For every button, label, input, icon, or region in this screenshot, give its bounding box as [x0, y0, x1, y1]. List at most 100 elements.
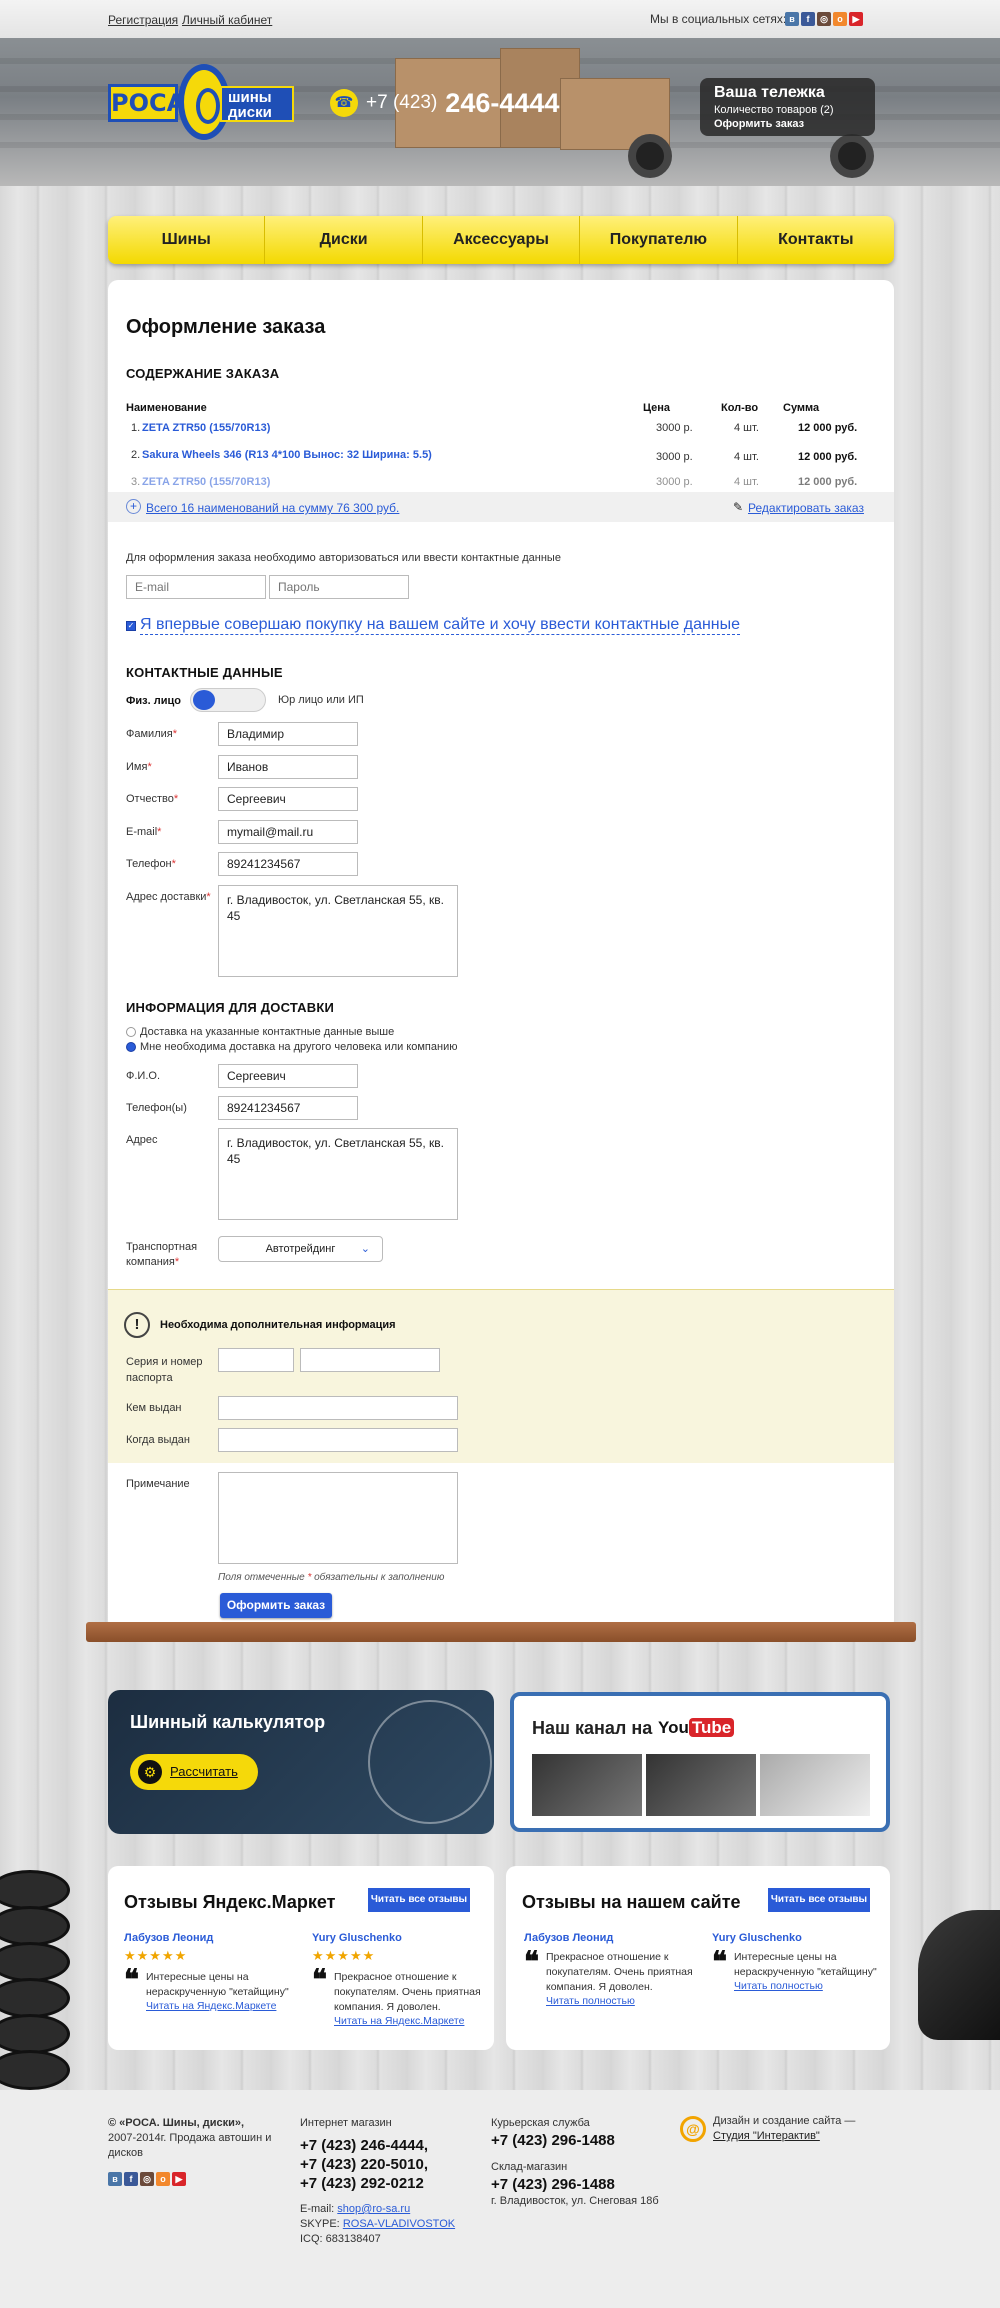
delivery-address-textarea[interactable]: г. Владивосток, ул. Светланская 55, кв. …	[218, 885, 458, 977]
review-author[interactable]: Yury Gluschenko	[312, 1932, 402, 1944]
logo[interactable]: РОСА шины диски	[108, 62, 294, 142]
email-link[interactable]: shop@ro-sa.ru	[337, 2203, 410, 2215]
logo-words: шины диски	[220, 86, 294, 122]
nav-item-buyer[interactable]: Покупателю	[580, 216, 738, 264]
vk-icon[interactable]: в	[108, 2172, 122, 2186]
calculate-button[interactable]: ⚙ Рассчитать	[130, 1754, 258, 1790]
facebook-icon[interactable]: f	[124, 2172, 138, 2186]
delivery-address-label: Адрес	[126, 1134, 158, 1146]
issued-by-input[interactable]	[218, 1396, 458, 1420]
col-price: Цена	[643, 402, 671, 414]
col-sum: Сумма	[783, 402, 820, 414]
radio-icon[interactable]	[126, 1027, 136, 1037]
top-bar: Регистрация Личный кабинет Мы в социальн…	[0, 0, 1000, 38]
logo-roca: РОСА	[108, 84, 185, 122]
col-name: Наименование	[126, 402, 207, 414]
delivery-option-same[interactable]: Доставка на указанные контактные данные …	[126, 1026, 394, 1038]
individual-label[interactable]: Физ. лицо	[126, 695, 181, 707]
review-link[interactable]: Читать полностью	[734, 1980, 823, 1992]
issued-when-input[interactable]	[218, 1428, 458, 1452]
phone-input[interactable]	[218, 852, 358, 876]
delivery-option-other[interactable]: Мне необходима доставка на другого челов…	[126, 1041, 457, 1053]
product-link[interactable]: ZETA ZTR50 (155/70R13)	[142, 422, 270, 434]
review-author[interactable]: Лабузов Леонид	[124, 1932, 213, 1944]
video-thumbnail[interactable]	[532, 1754, 642, 1816]
review-link[interactable]: Читать на Яндекс.Маркете	[146, 2000, 276, 2012]
cart-checkout-link[interactable]: Оформить заказ	[714, 118, 861, 130]
delivery-address2-textarea[interactable]: г. Владивосток, ул. Светланская 55, кв. …	[218, 1128, 458, 1220]
plus-icon[interactable]: +	[126, 499, 141, 514]
cart-widget[interactable]: Ваша тележка Количество товаров (2) Офор…	[700, 78, 875, 136]
site-reviews-title: Отзывы на нашем сайте	[522, 1892, 741, 1912]
legal-label[interactable]: Юр лицо или ИП	[278, 694, 364, 706]
skype-link[interactable]: ROSA-VLADIVOSTOK	[343, 2218, 455, 2230]
register-link[interactable]: Регистрация	[108, 13, 178, 27]
radio-selected-icon[interactable]	[126, 1042, 136, 1052]
row-sum: 12 000 руб.	[798, 451, 858, 463]
nav-item-tires[interactable]: Шины	[108, 216, 266, 264]
footer-social-icons: в f ◎ о ▶	[108, 2172, 186, 2186]
toggle-knob	[193, 690, 215, 710]
nav-item-wheels[interactable]: Диски	[265, 216, 423, 264]
warehouse-label: Склад-магазин	[491, 2161, 568, 2173]
odnoklassniki-icon[interactable]: о	[833, 12, 847, 26]
yandex-reviews-title: Отзывы Яндекс.Маркет	[124, 1892, 336, 1912]
checkbox-checked-icon[interactable]: ✓	[126, 620, 136, 631]
yandex-read-all-button[interactable]: Читать все отзывы	[368, 1888, 470, 1912]
order-total-link[interactable]: Всего 16 наименований на сумму 76 300 ру…	[146, 501, 399, 515]
review-author[interactable]: Yury Gluschenko	[712, 1932, 802, 1944]
passport-series-input[interactable]	[218, 1348, 294, 1372]
nav-item-accessories[interactable]: Аксессуары	[423, 216, 581, 264]
nav-item-contacts[interactable]: Контакты	[738, 216, 894, 264]
instagram-icon[interactable]: ◎	[817, 12, 831, 26]
product-link[interactable]: Sakura Wheels 346 (R13 4*100 Вынос: 32 Ш…	[142, 449, 432, 461]
patronymic-input[interactable]	[218, 787, 358, 811]
comment-textarea[interactable]	[218, 1472, 458, 1564]
fio-input[interactable]	[218, 1064, 358, 1088]
edit-order-link[interactable]: Редактировать заказ	[748, 501, 864, 515]
facebook-icon[interactable]: f	[801, 12, 815, 26]
review-author[interactable]: Лабузов Леонид	[524, 1932, 613, 1944]
transport-company-select[interactable]: Автотрейдинг ⌄	[218, 1236, 383, 1262]
footer-skype: SKYPE: ROSA-VLADIVOSTOK	[300, 2218, 456, 2230]
passport-number-input[interactable]	[300, 1348, 440, 1372]
product-link[interactable]: ZETA ZTR50 (155/70R13)	[142, 476, 270, 488]
yandex-reviews-panel: Отзывы Яндекс.Маркет Читать все отзывы Л…	[108, 1866, 494, 2050]
pencil-icon: ✎	[733, 500, 744, 514]
video-thumbnail[interactable]	[646, 1754, 756, 1816]
row-price: 3000 р.	[656, 422, 693, 434]
youtube-icon[interactable]: ▶	[849, 12, 863, 26]
surname-input[interactable]	[218, 722, 358, 746]
review-text: Интересные цены на нераскрученную "кетай…	[734, 1951, 877, 1978]
review-link[interactable]: Читать на Яндекс.Маркете	[334, 2015, 464, 2027]
tire-calculator-banner[interactable]: Шинный калькулятор ⚙ Рассчитать	[108, 1690, 494, 1834]
row-sum: 12 000 руб.	[798, 476, 858, 488]
cabinet-link[interactable]: Личный кабинет	[182, 13, 272, 27]
odnoklassniki-icon[interactable]: о	[156, 2172, 170, 2186]
login-email-input[interactable]	[126, 575, 266, 599]
youtube-channel-banner[interactable]: Наш канал на You Tube	[510, 1692, 890, 1832]
video-thumbnail[interactable]	[760, 1754, 870, 1816]
footer: © «РОСА. Шины, диски», 2007-2014г. Продаж…	[0, 2090, 1000, 2308]
first-time-label[interactable]: Я впервые совершаю покупку на вашем сайт…	[140, 616, 741, 635]
login-password-input[interactable]	[269, 575, 409, 599]
vk-icon[interactable]: в	[785, 12, 799, 26]
submit-order-button[interactable]: Оформить заказ	[220, 1593, 332, 1618]
first-time-option[interactable]: ✓ Я впервые совершаю покупку на вашем са…	[126, 616, 741, 635]
calc-title: Шинный калькулятор	[130, 1712, 326, 1732]
youtube-icon[interactable]: ▶	[172, 2172, 186, 2186]
instagram-icon[interactable]: ◎	[140, 2172, 154, 2186]
warehouse-address: г. Владивосток, ул. Снеговая 18б	[491, 2195, 659, 2207]
person-type-toggle[interactable]	[190, 688, 266, 712]
review-link[interactable]: Читать полностью	[546, 1995, 635, 2007]
name-input[interactable]	[218, 755, 358, 779]
studio-link[interactable]: Студия "Интерактив"	[713, 2130, 820, 2142]
auth-note: Для оформления заказа необходимо авториз…	[126, 552, 561, 564]
footer-email: E-mail: shop@ro-sa.ru	[300, 2203, 411, 2215]
delivery-phone-input[interactable]	[218, 1096, 358, 1120]
site-read-all-button[interactable]: Читать все отзывы	[768, 1888, 870, 1912]
shop-phone: +7 (423) 292-0212	[300, 2175, 424, 2192]
review-text: Прекрасное отношение к покупателям. Очен…	[334, 1971, 481, 2013]
phone-code: +7 (423)	[366, 92, 438, 113]
email-input[interactable]	[218, 820, 358, 844]
